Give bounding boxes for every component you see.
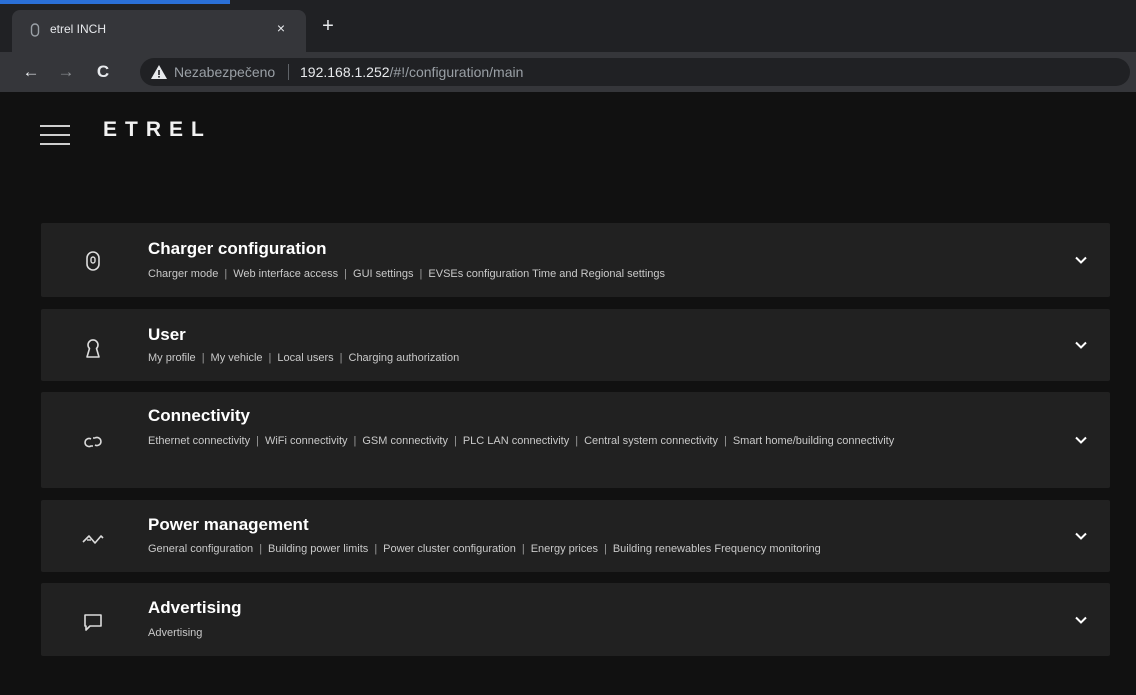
app-header: ETREL xyxy=(0,92,1136,192)
link-item[interactable]: PLC LAN connectivity xyxy=(463,435,569,447)
power-wave-icon xyxy=(81,527,105,551)
chat-bubble-icon xyxy=(81,610,105,634)
section-links: My profile | My vehicle | Local users | Chargi… xyxy=(148,352,460,364)
browser-tabstrip: etrel INCH × + xyxy=(0,0,1136,52)
link-item[interactable]: Ethernet connectivity xyxy=(148,435,250,447)
section-user[interactable]: User My profile | My vehicle | Local users | C… xyxy=(41,309,1110,381)
link-item[interactable]: Charger mode xyxy=(148,268,218,280)
link-item[interactable]: Web interface access xyxy=(233,268,338,280)
forward-icon[interactable]: → xyxy=(55,61,77,83)
section-title: Power management xyxy=(148,515,309,534)
tab-title: etrel INCH xyxy=(50,22,107,36)
link-item[interactable]: Energy prices xyxy=(531,543,598,555)
link-item[interactable]: Building power limits xyxy=(268,543,368,555)
reload-icon[interactable]: C xyxy=(92,61,114,83)
tab-accent-bar xyxy=(0,0,230,4)
section-connectivity[interactable]: Connectivity Ethernet connectivity | WiFi … xyxy=(41,392,1110,488)
chevron-down-icon[interactable] xyxy=(1074,338,1088,352)
link-item[interactable]: GSM connectivity xyxy=(362,435,448,447)
chevron-down-icon[interactable] xyxy=(1074,253,1088,267)
back-icon[interactable]: ← xyxy=(20,61,42,83)
section-title: User xyxy=(148,325,186,344)
link-item[interactable]: My vehicle xyxy=(211,352,263,364)
browser-tab[interactable]: etrel INCH × xyxy=(12,10,306,52)
chevron-down-icon[interactable] xyxy=(1074,529,1088,543)
warning-icon[interactable] xyxy=(150,63,168,81)
link-item[interactable]: Local users xyxy=(277,352,333,364)
url-host: 192.168.1.252 xyxy=(300,64,390,80)
link-item[interactable]: Smart home/building connectivity xyxy=(733,435,894,447)
link-item[interactable]: GUI settings xyxy=(353,268,414,280)
url-path: /#!/configuration/main xyxy=(389,64,524,80)
chevron-down-icon[interactable] xyxy=(1074,433,1088,447)
plug-icon xyxy=(81,249,105,273)
link-item[interactable]: WiFi connectivity xyxy=(265,435,348,447)
link-item[interactable]: My profile xyxy=(148,352,196,364)
section-title: Charger configuration xyxy=(148,239,327,258)
favicon-icon xyxy=(30,23,40,37)
section-links: Ethernet connectivity | WiFi connectivity |… xyxy=(148,435,895,447)
address-bar[interactable]: Nezabezpečeno 192.168.1.252/#!/configura… xyxy=(140,58,1130,86)
browser-toolbar: ← → C Nezabezpečeno 192.168.1.252/#!/con… xyxy=(0,52,1136,92)
section-title: Connectivity xyxy=(148,406,251,425)
insecure-label[interactable]: Nezabezpečeno xyxy=(174,64,275,80)
hamburger-menu-icon[interactable] xyxy=(40,124,70,146)
link-item[interactable]: Charging authorization xyxy=(349,352,460,364)
section-links: Advertising xyxy=(148,624,1048,643)
section-advertising[interactable]: Advertising Advertising xyxy=(41,583,1110,656)
new-tab-icon[interactable]: + xyxy=(318,16,338,37)
etrel-logo: ETREL xyxy=(103,118,212,141)
link-icon xyxy=(81,430,105,454)
url-text[interactable]: 192.168.1.252/#!/configuration/main xyxy=(300,64,523,80)
link-item[interactable]: EVSEs configuration Time and Regional se… xyxy=(428,268,665,280)
section-charger-configuration[interactable]: Charger configuration Charger mode | Web i… xyxy=(41,223,1110,297)
user-icon xyxy=(81,336,105,360)
tab-close-icon[interactable]: × xyxy=(272,19,290,37)
link-item[interactable]: Building renewables Frequency monitoring xyxy=(613,543,821,555)
address-separator xyxy=(288,64,289,80)
section-power-management[interactable]: Power management General configuration | B… xyxy=(41,500,1110,572)
section-links: Charger mode | Web interface access | GUI se… xyxy=(148,268,666,280)
section-links: General configuration | Building power lim… xyxy=(148,543,821,555)
link-item[interactable]: Central system connectivity xyxy=(584,435,718,447)
chevron-down-icon[interactable] xyxy=(1074,613,1088,627)
link-item[interactable]: Advertising xyxy=(148,627,202,639)
section-title: Advertising xyxy=(148,598,242,617)
link-item[interactable]: Power cluster configuration xyxy=(383,543,516,555)
link-item[interactable]: General configuration xyxy=(148,543,253,555)
